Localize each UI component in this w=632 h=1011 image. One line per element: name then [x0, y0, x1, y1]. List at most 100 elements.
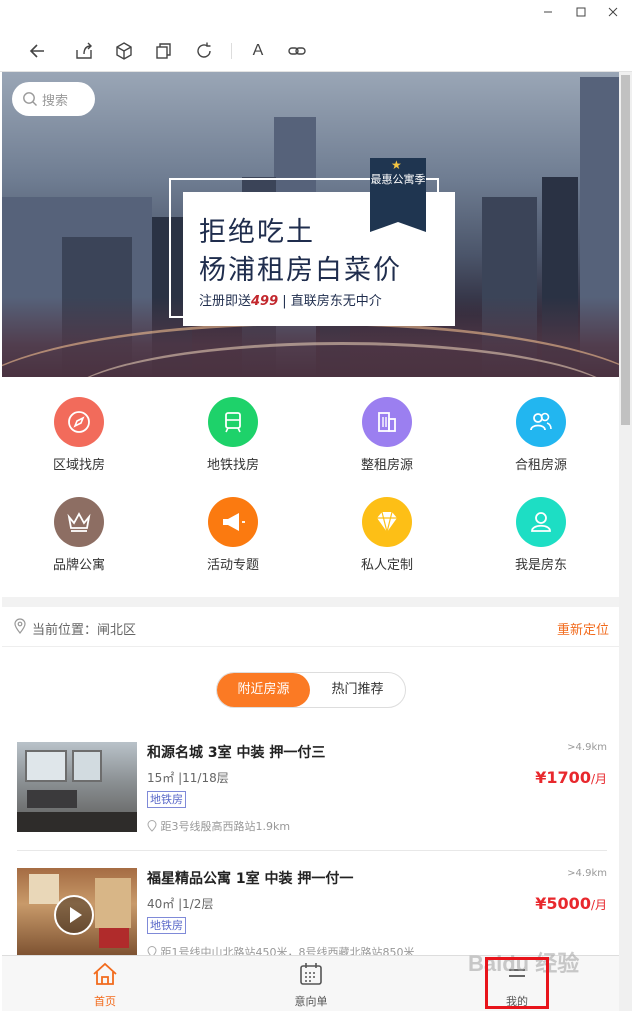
toolbar-divider [231, 43, 232, 59]
maximize-button[interactable] [571, 5, 591, 23]
window-titlebar [0, 0, 632, 30]
price-unit: /月 [590, 772, 607, 786]
category-label: 区域找房 [52, 458, 105, 473]
category-whole-rent[interactable]: 整租房源 [332, 397, 442, 487]
building-icon [362, 397, 412, 447]
diamond-icon [362, 497, 412, 547]
back-arrow-icon [29, 44, 44, 58]
play-icon [70, 907, 82, 923]
category-shared-rent[interactable]: 合租房源 [486, 397, 596, 487]
megaphone-icon [208, 497, 258, 547]
tab-wishlist[interactable]: 意向单 [271, 961, 351, 1009]
share-button[interactable] [74, 41, 94, 61]
ad-headline: 拒绝吃土 [199, 217, 315, 248]
listing-subway-distance: 距3号线殷高西路站1.9km [147, 818, 290, 834]
location-pin-icon [147, 820, 157, 832]
link-button[interactable] [287, 41, 307, 61]
annotation-highlight-box [485, 957, 549, 1009]
listing-thumbnail [17, 868, 137, 958]
section-divider [2, 597, 619, 607]
search-placeholder: 搜索 [42, 93, 69, 109]
listing-divider [17, 850, 607, 851]
category-events[interactable]: 活动专题 [178, 497, 288, 587]
link-icon [288, 47, 306, 55]
listing-distance: >4.9km [567, 742, 607, 753]
listing-title: 福星精品公寓 1室 中装 押一付一 [147, 871, 354, 887]
current-location: 当前位置：闸北区 [32, 623, 137, 638]
close-button[interactable] [603, 5, 623, 23]
ad-tagline-suffix: | 直联房东无中介 [282, 294, 382, 309]
ad-subheadline: 杨浦租房白菜价 [199, 255, 402, 286]
promo-banner[interactable]: 搜索 拒绝吃土 杨浦租房白菜价 注册即送499 | 直联房东无中介 ★ 最惠公寓… [2, 72, 619, 377]
back-button[interactable] [28, 41, 48, 61]
category-label: 私人定制 [360, 558, 413, 573]
listing-price: ¥1700/月 [535, 768, 607, 787]
tab-nearby-listings[interactable]: 附近房源 [217, 673, 310, 707]
listing-distance: >4.9km [567, 868, 607, 879]
category-label: 合租房源 [514, 458, 567, 473]
scrollbar-thumb[interactable] [621, 75, 630, 425]
subway-tag: 地铁房 [147, 791, 186, 808]
price-value: ¥1700 [535, 768, 591, 787]
price-unit: /月 [590, 898, 607, 912]
cube-icon [116, 42, 132, 60]
listing-thumbnail [17, 742, 137, 832]
tab-label: 意向单 [294, 995, 328, 1008]
subway-icon [208, 397, 258, 447]
ad-tagline: 注册即送499 | 直联房东无中介 [199, 290, 382, 309]
font-button[interactable]: A [248, 41, 268, 61]
listing-item[interactable]: 和源名城 3室 中装 押一付三 15㎡ |11/18层 地铁房 距3号线殷高西路… [17, 742, 607, 852]
minimize-button[interactable] [538, 5, 558, 23]
maximize-icon [576, 7, 586, 17]
people-icon [516, 397, 566, 447]
listing-segment-control: 附近房源 热门推荐 [216, 672, 406, 708]
category-custom[interactable]: 私人定制 [332, 497, 442, 587]
category-area-search[interactable]: 区域找房 [24, 397, 134, 487]
calendar-icon [300, 963, 322, 985]
play-button[interactable] [54, 895, 94, 935]
refresh-icon [197, 42, 211, 58]
ad-tagline-highlight: 499 [251, 294, 279, 309]
compass-icon [54, 397, 104, 447]
cube-button[interactable] [114, 41, 134, 61]
minimize-icon [544, 11, 552, 13]
ad-badge-text: 最惠公寓季 [370, 173, 426, 186]
ad-tagline-prefix: 注册即送 [199, 294, 252, 309]
price-value: ¥5000 [535, 894, 591, 913]
refresh-button[interactable] [194, 41, 214, 61]
crown-icon [54, 497, 104, 547]
category-label: 整租房源 [360, 458, 413, 473]
listing-subway-text: 距3号线殷高西路站1.9km [160, 820, 291, 833]
tab-home[interactable]: 首页 [65, 961, 145, 1009]
listing-spec: 15㎡ |11/18层 [147, 771, 229, 785]
tab-hot-recommend[interactable]: 热门推荐 [310, 673, 405, 707]
category-label: 我是房东 [514, 558, 567, 573]
tab-label: 首页 [94, 995, 116, 1008]
font-icon: A [252, 42, 264, 59]
location-pin-icon [14, 618, 26, 634]
ad-badge: ★ 最惠公寓季 [370, 158, 426, 232]
relocate-link[interactable]: 重新定位 [557, 619, 609, 638]
category-label: 地铁找房 [206, 458, 259, 473]
listing-title: 和源名城 3室 中装 押一付三 [147, 745, 326, 761]
subway-tag: 地铁房 [147, 917, 186, 934]
category-grid: 区域找房 地铁找房 整租房源 合租房源 品牌公寓 活动专题 私人定制 我是房东 [2, 377, 619, 597]
search-icon [23, 92, 37, 106]
category-brand-apartment[interactable]: 品牌公寓 [24, 497, 134, 587]
page-viewport: 搜索 拒绝吃土 杨浦租房白菜价 注册即送499 | 直联房东无中介 ★ 最惠公寓… [2, 72, 619, 1011]
person-icon [516, 497, 566, 547]
close-icon [608, 7, 618, 17]
vertical-scrollbar[interactable] [619, 72, 632, 1011]
copy-icon [156, 43, 171, 59]
category-label: 品牌公寓 [52, 558, 105, 573]
category-subway-search[interactable]: 地铁找房 [178, 397, 288, 487]
category-label: 活动专题 [206, 558, 259, 573]
home-icon [93, 962, 117, 985]
star-icon: ★ [391, 158, 402, 172]
share-icon [76, 42, 92, 59]
copy-button[interactable] [154, 41, 174, 61]
search-bar[interactable]: 搜索 [12, 82, 95, 116]
location-bar: 当前位置：闸北区 重新定位 [2, 607, 619, 647]
browser-toolbar: A [0, 30, 632, 72]
category-landlord[interactable]: 我是房东 [486, 497, 596, 587]
